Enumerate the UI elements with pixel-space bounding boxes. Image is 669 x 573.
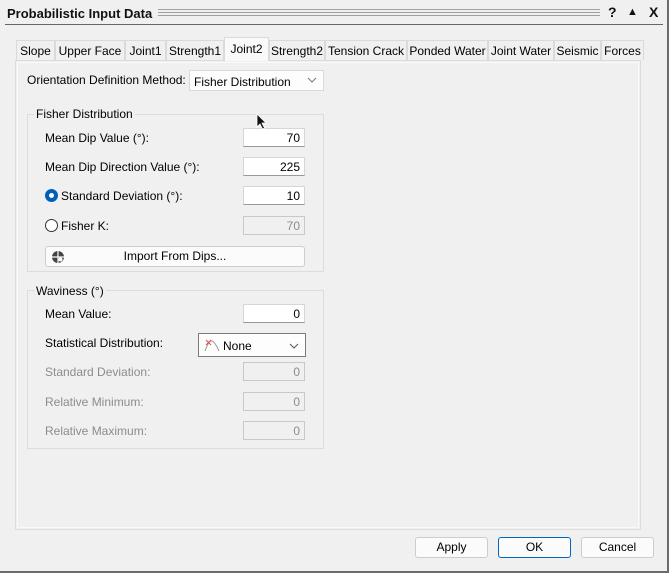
orientation-method-value: Fisher Distribution bbox=[194, 75, 291, 89]
relative-minimum-label: Relative Minimum: bbox=[45, 395, 144, 409]
fisher-k-label: Fisher K: bbox=[61, 219, 110, 233]
waviness-mean-input[interactable]: 0 bbox=[243, 304, 305, 323]
tab-strength2[interactable]: Strength2 bbox=[269, 40, 325, 60]
tab-forces[interactable]: Forces bbox=[601, 40, 644, 60]
tab-joint1[interactable]: Joint1 bbox=[125, 40, 166, 60]
tab-upper-face[interactable]: Upper Face bbox=[55, 40, 125, 60]
mean-dip-direction-input[interactable]: 225 bbox=[243, 157, 305, 176]
statistical-distribution-select[interactable]: None bbox=[198, 333, 306, 357]
waviness-title: Waviness (°) bbox=[34, 284, 106, 298]
import-from-dips-label: Import From Dips... bbox=[123, 249, 227, 263]
statistical-distribution-value: None bbox=[223, 339, 252, 353]
import-from-dips-button[interactable]: Import From Dips... bbox=[45, 246, 305, 267]
help-button[interactable]: ? bbox=[608, 4, 617, 20]
tab-seismic[interactable]: Seismic bbox=[554, 40, 601, 60]
tab-slope[interactable]: Slope bbox=[16, 40, 55, 60]
waviness-std-input: 0 bbox=[243, 362, 305, 381]
mouse-cursor-icon bbox=[256, 113, 267, 130]
mean-dip-label: Mean Dip Value (°): bbox=[45, 131, 149, 145]
dialog-window: Probabilistic Input Data ? ▲ X Slope Upp… bbox=[0, 0, 669, 573]
fisher-k-input: 70 bbox=[243, 216, 305, 235]
relative-minimum-input: 0 bbox=[243, 392, 305, 411]
tab-joint2[interactable]: Joint2 bbox=[224, 37, 269, 61]
orientation-method-label: Orientation Definition Method: bbox=[27, 73, 186, 87]
tab-tension-crack[interactable]: Tension Crack bbox=[325, 40, 407, 60]
apply-button[interactable]: Apply bbox=[415, 537, 488, 558]
globe-icon bbox=[52, 251, 64, 263]
cancel-button[interactable]: Cancel bbox=[581, 537, 654, 558]
standard-deviation-label: Standard Deviation (°): bbox=[61, 189, 183, 203]
waviness-mean-label: Mean Value: bbox=[45, 307, 112, 321]
title-drag-grip[interactable] bbox=[158, 9, 600, 16]
tab-joint-water[interactable]: Joint Water bbox=[488, 40, 554, 60]
distribution-none-icon bbox=[204, 339, 220, 352]
collapse-button[interactable]: ▲ bbox=[627, 6, 638, 18]
orientation-method-select[interactable]: Fisher Distribution bbox=[189, 70, 324, 91]
mean-dip-direction-label: Mean Dip Direction Value (°): bbox=[45, 160, 200, 174]
fisher-k-radio[interactable] bbox=[45, 219, 58, 232]
standard-deviation-radio[interactable] bbox=[45, 189, 58, 202]
chevron-down-icon bbox=[289, 343, 299, 349]
title-divider bbox=[5, 24, 663, 25]
standard-deviation-input[interactable]: 10 bbox=[243, 186, 305, 205]
waviness-std-label: Standard Deviation: bbox=[45, 365, 151, 379]
chevron-down-icon bbox=[307, 77, 317, 83]
mean-dip-input[interactable]: 70 bbox=[243, 128, 305, 147]
title-bar[interactable]: Probabilistic Input Data ? ▲ X bbox=[0, 0, 667, 26]
relative-maximum-label: Relative Maximum: bbox=[45, 424, 148, 438]
tab-strength1[interactable]: Strength1 bbox=[166, 40, 224, 60]
fisher-distribution-title: Fisher Distribution bbox=[34, 107, 135, 121]
tab-ponded-water[interactable]: Ponded Water bbox=[407, 40, 488, 60]
ok-button[interactable]: OK bbox=[498, 537, 571, 558]
statistical-distribution-label: Statistical Distribution: bbox=[45, 336, 164, 350]
close-button[interactable]: X bbox=[649, 4, 658, 20]
window-title: Probabilistic Input Data bbox=[7, 6, 153, 21]
relative-maximum-input: 0 bbox=[243, 421, 305, 440]
